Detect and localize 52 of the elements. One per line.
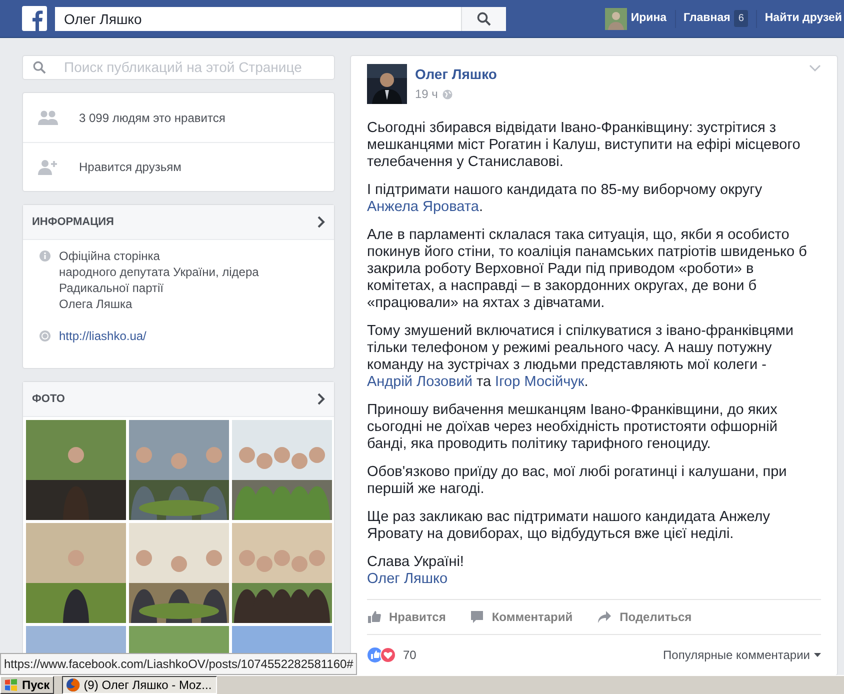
profile-link[interactable]: Ирина <box>630 10 667 28</box>
post-paragraph: І підтримати нашого кандидата по 85-му виборчому округу Анжела Яровата. <box>367 182 764 216</box>
website-link[interactable]: http://liashko.ua/ <box>59 328 146 344</box>
chevron-right-icon[interactable] <box>317 393 325 405</box>
caret-down-icon <box>814 653 821 657</box>
post-paragraph: Ще раз закликаю вас підтримати нашого кандидата Анжелу Яровату на довиборах, що відбудуться вже цієї неділі. <box>367 509 772 543</box>
page-description: Офіційна сторінка народного депутата України, лідера Радикальної партії Олега Ляшка <box>59 248 259 312</box>
post-paragraph: Але в парламенті склалася така ситуація, що, якби я особисто покинув його стіни, то коаліція панамських патріотів швиденько б закрила роботу Верховної Ради під приводом «роботи» в комітетах, а насправді – в закордонних округах, де вони б «працювали» на яхтах з дівчатами. <box>367 227 808 312</box>
author-avatar[interactable] <box>367 64 407 104</box>
friends-likes[interactable]: Нравится друзьям <box>79 158 182 176</box>
person-link[interactable]: Анжела Яровата <box>367 199 479 215</box>
page-search-field[interactable]: Поиск публикаций на этой Странице <box>22 55 335 80</box>
windows-flag-icon <box>4 679 18 691</box>
section-title: ИНФОРМАЦИЯ <box>32 214 114 230</box>
info-icon <box>39 250 51 262</box>
chevron-right-icon[interactable] <box>317 216 325 228</box>
comment-button[interactable]: Комментарий <box>470 608 573 626</box>
like-button[interactable]: Нравится <box>367 608 446 626</box>
likes-count[interactable]: 3 099 людям это нравится <box>79 108 226 126</box>
post-paragraph: Обов'язково приїду до вас, мої любі рогатинці і калушани, при першій же нагоді. <box>367 464 788 498</box>
person-link[interactable]: Ігор Мосійчук <box>495 374 584 390</box>
post-paragraph: Слава Україні! Олег Ляшко <box>367 554 465 588</box>
speech-bubble-icon <box>470 610 484 624</box>
share-arrow-icon <box>596 610 612 624</box>
search-icon <box>477 12 491 26</box>
add-friend-icon <box>37 159 59 175</box>
person-link[interactable]: Олег Ляшко <box>367 571 448 587</box>
reaction-count[interactable]: 70 <box>403 646 416 664</box>
start-button[interactable]: Пуск <box>0 676 54 694</box>
find-friends-link[interactable]: Найти друзей <box>764 10 842 28</box>
avatar[interactable] <box>604 8 627 30</box>
author-name[interactable]: Олег Ляшко <box>415 66 497 82</box>
search-button[interactable] <box>461 6 506 30</box>
people-icon <box>37 110 59 126</box>
globe-icon <box>442 88 453 100</box>
section-title: ФОТО <box>32 392 65 407</box>
home-link[interactable]: Главная <box>684 10 730 28</box>
post-paragraph: Тому змушений включатися і спілкуватися з івано-франківцями тільки телефоном у режимі реального часу. А нашу потужну команду на зустрічах з людьми представляють мої колеги - Андрій Лозовий та Ігор Мосійчук. <box>367 323 794 391</box>
post-paragraph: Сьогодні збирався відвідати Івано-Франківщину: зустрітися з мешканцями міст Рогатин і Калуш, виступити на ефірі місцевого телебачення у Станиславові. <box>367 120 802 171</box>
share-button[interactable]: Поделиться <box>596 608 692 626</box>
taskbar-window-button[interactable]: (9) Олег Ляшко - Moz... <box>62 676 217 694</box>
browser-icon <box>66 678 80 692</box>
status-url: https://www.facebook.com/LiashkoOV/posts/1074552282581160# <box>0 653 358 675</box>
comment-order-dropdown[interactable]: Популярные комментарии <box>663 646 821 664</box>
search-icon <box>33 61 46 74</box>
thumbs-up-icon <box>367 610 381 624</box>
globe-icon <box>39 330 51 342</box>
facebook-logo-icon[interactable] <box>22 6 47 31</box>
notification-count: 6 <box>734 10 748 27</box>
post-paragraph: Приношу вибачення мешканцям Івано-Франківщини, до яких сьогодні не доїхав через необхідність протистояти офшорній банді, яка проводить політику тарифного геноциду. <box>367 402 778 453</box>
search-field[interactable]: Олег Ляшко <box>55 6 461 30</box>
person-link[interactable]: Андрій Лозовий <box>367 374 472 390</box>
